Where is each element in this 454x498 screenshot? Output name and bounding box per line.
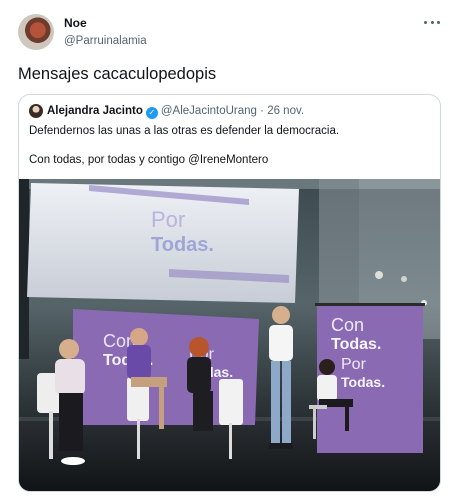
quoted-tweet-date[interactable]: 26 nov. [267, 105, 304, 117]
quoted-tweet[interactable]: Alejandra Jacinto ✓ @AleJacintoUrang · 26 … [18, 94, 441, 492]
author-block: Noe @Parruinalamia [64, 15, 147, 49]
quoted-author-name[interactable]: Alejandra Jacinto [47, 105, 143, 117]
screen-text-todas: Todas. [151, 234, 214, 256]
quoted-tweet-photo[interactable]: Por Todas. Con Todas. Por Todas. Co [19, 179, 440, 491]
meta-separator: · [260, 105, 264, 117]
right-banner-todas: Todas. [331, 336, 381, 353]
author-handle[interactable]: @Parruinalamia [64, 33, 147, 49]
right-banner-por: Por [341, 356, 367, 373]
event-photo-illustration: Por Todas. Con Todas. Por Todas. Co [19, 179, 440, 491]
tweet-text: Mensajes cacaculopedopis [18, 65, 217, 83]
verified-badge-icon: ✓ [145, 107, 158, 119]
screen-text-por: Por [151, 207, 185, 232]
quoted-tweet-text-line-2: Con todas, por todas y contigo @IreneMon… [29, 154, 269, 166]
right-banner-con: Con [331, 315, 364, 335]
right-banner-todas-2: Todas. [341, 374, 385, 390]
author-avatar[interactable] [18, 14, 54, 50]
tweet[interactable]: Noe @Parruinalamia Mensajes cacaculopedo… [0, 0, 454, 498]
more-horizontal-icon[interactable] [424, 14, 440, 30]
quoted-tweet-header: Alejandra Jacinto ✓ @AleJacintoUrang · 26 … [47, 103, 304, 119]
author-name[interactable]: Noe [64, 15, 147, 31]
quoted-tweet-text-line-1: Defendernos las unas a las otras es defe… [29, 125, 340, 137]
quoted-author-handle[interactable]: @AleJacintoUrang [161, 105, 257, 117]
quoted-author-avatar[interactable] [29, 104, 43, 118]
